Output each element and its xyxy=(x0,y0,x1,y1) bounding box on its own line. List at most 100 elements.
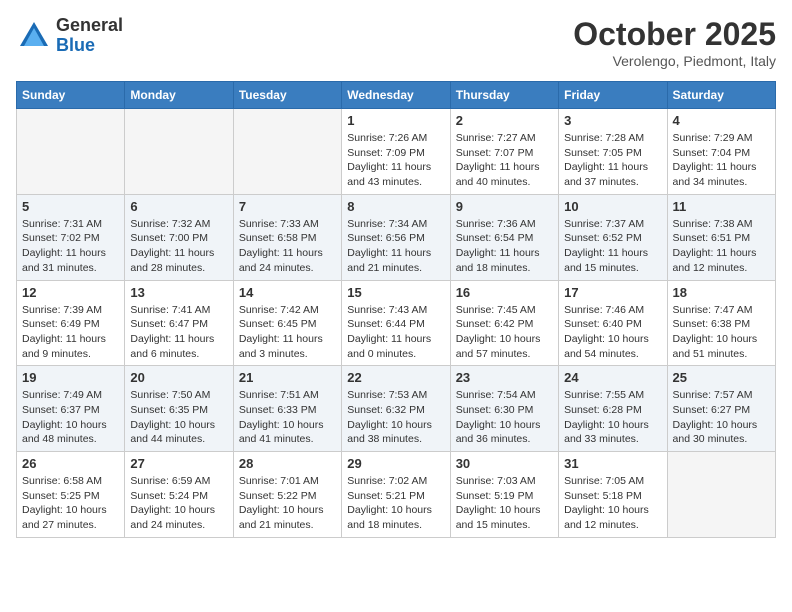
calendar-cell: 1 Sunrise: 7:26 AM Sunset: 7:09 PM Daylig… xyxy=(342,109,450,195)
calendar-cell: 12Sunrise: 7:39 AM Sunset: 6:49 PM Dayli… xyxy=(17,280,125,366)
weekday-header-row: SundayMondayTuesdayWednesdayThursdayFrid… xyxy=(17,82,776,109)
day-info: Sunrise: 7:02 AM Sunset: 5:21 PM Dayligh… xyxy=(347,474,444,533)
page-header: General Blue October 2025 Verolengo, Pie… xyxy=(16,16,776,69)
day-info: Sunrise: 7:42 AM Sunset: 6:45 PM Dayligh… xyxy=(239,303,336,362)
calendar-cell: 17 Sunrise: 7:46 AM Sunset: 6:40 PM Dayli… xyxy=(559,280,667,366)
calendar-cell xyxy=(667,452,775,538)
day-number: 1 xyxy=(347,113,444,128)
day-number: 24 xyxy=(564,370,661,385)
calendar-cell: 31 Sunrise: 7:05 AM Sunset: 5:18 PM Dayli… xyxy=(559,452,667,538)
day-number: 21 xyxy=(239,370,336,385)
day-number: 4 xyxy=(673,113,770,128)
day-info: Sunrise: 7:41 AM Sunset: 6:47 PM Dayligh… xyxy=(130,303,227,362)
calendar-week-row: 12Sunrise: 7:39 AM Sunset: 6:49 PM Dayli… xyxy=(17,280,776,366)
day-info: Sunrise: 7:32 AM Sunset: 7:00 PM Dayligh… xyxy=(130,217,227,276)
day-info: Sunrise: 7:28 AM Sunset: 7:05 PM Dayligh… xyxy=(564,131,661,190)
calendar-cell: 14 Sunrise: 7:42 AM Sunset: 6:45 PM Dayli… xyxy=(233,280,341,366)
calendar-cell: 29 Sunrise: 7:02 AM Sunset: 5:21 PM Dayli… xyxy=(342,452,450,538)
calendar-week-row: 5 Sunrise: 7:31 AM Sunset: 7:02 PM Daylig… xyxy=(17,194,776,280)
day-info: Sunrise: 7:29 AM Sunset: 7:04 PM Dayligh… xyxy=(673,131,770,190)
day-number: 7 xyxy=(239,199,336,214)
day-info: Sunrise: 7:45 AM Sunset: 6:42 PM Dayligh… xyxy=(456,303,553,362)
calendar-cell xyxy=(125,109,233,195)
calendar-cell: 6Sunrise: 7:32 AM Sunset: 7:00 PM Daylig… xyxy=(125,194,233,280)
day-number: 18 xyxy=(673,285,770,300)
logo: General Blue xyxy=(16,16,123,56)
calendar-cell: 19 Sunrise: 7:49 AM Sunset: 6:37 PM Dayli… xyxy=(17,366,125,452)
day-info: Sunrise: 7:05 AM Sunset: 5:18 PM Dayligh… xyxy=(564,474,661,533)
day-info: Sunrise: 7:27 AM Sunset: 7:07 PM Dayligh… xyxy=(456,131,553,190)
calendar-cell: 24 Sunrise: 7:55 AM Sunset: 6:28 PM Dayli… xyxy=(559,366,667,452)
calendar-cell: 4 Sunrise: 7:29 AM Sunset: 7:04 PM Daylig… xyxy=(667,109,775,195)
day-info: Sunrise: 7:50 AM Sunset: 6:35 PM Dayligh… xyxy=(130,388,227,447)
day-info: Sunrise: 7:38 AM Sunset: 6:51 PM Dayligh… xyxy=(673,217,770,276)
day-info: Sunrise: 7:33 AM Sunset: 6:58 PM Dayligh… xyxy=(239,217,336,276)
day-number: 31 xyxy=(564,456,661,471)
calendar-cell: 10Sunrise: 7:37 AM Sunset: 6:52 PM Dayli… xyxy=(559,194,667,280)
day-number: 3 xyxy=(564,113,661,128)
calendar-week-row: 1 Sunrise: 7:26 AM Sunset: 7:09 PM Daylig… xyxy=(17,109,776,195)
day-number: 2 xyxy=(456,113,553,128)
title-block: October 2025 Verolengo, Piedmont, Italy xyxy=(573,16,776,69)
calendar-cell: 22Sunrise: 7:53 AM Sunset: 6:32 PM Dayli… xyxy=(342,366,450,452)
calendar-cell: 8Sunrise: 7:34 AM Sunset: 6:56 PM Daylig… xyxy=(342,194,450,280)
calendar-cell: 16Sunrise: 7:45 AM Sunset: 6:42 PM Dayli… xyxy=(450,280,558,366)
weekday-header-friday: Friday xyxy=(559,82,667,109)
day-info: Sunrise: 7:01 AM Sunset: 5:22 PM Dayligh… xyxy=(239,474,336,533)
logo-general: General xyxy=(56,15,123,35)
day-number: 5 xyxy=(22,199,119,214)
day-info: Sunrise: 7:53 AM Sunset: 6:32 PM Dayligh… xyxy=(347,388,444,447)
day-info: Sunrise: 6:59 AM Sunset: 5:24 PM Dayligh… xyxy=(130,474,227,533)
calendar-cell xyxy=(17,109,125,195)
day-number: 8 xyxy=(347,199,444,214)
logo-icon xyxy=(16,18,52,54)
day-info: Sunrise: 7:43 AM Sunset: 6:44 PM Dayligh… xyxy=(347,303,444,362)
calendar-cell: 30Sunrise: 7:03 AM Sunset: 5:19 PM Dayli… xyxy=(450,452,558,538)
calendar-cell xyxy=(233,109,341,195)
calendar-cell: 9 Sunrise: 7:36 AM Sunset: 6:54 PM Daylig… xyxy=(450,194,558,280)
weekday-header-sunday: Sunday xyxy=(17,82,125,109)
day-info: Sunrise: 7:31 AM Sunset: 7:02 PM Dayligh… xyxy=(22,217,119,276)
day-number: 12 xyxy=(22,285,119,300)
location: Verolengo, Piedmont, Italy xyxy=(573,53,776,69)
day-number: 19 xyxy=(22,370,119,385)
day-number: 28 xyxy=(239,456,336,471)
day-number: 15 xyxy=(347,285,444,300)
weekday-header-thursday: Thursday xyxy=(450,82,558,109)
day-number: 17 xyxy=(564,285,661,300)
day-info: Sunrise: 7:49 AM Sunset: 6:37 PM Dayligh… xyxy=(22,388,119,447)
day-number: 20 xyxy=(130,370,227,385)
calendar-cell: 2 Sunrise: 7:27 AM Sunset: 7:07 PM Daylig… xyxy=(450,109,558,195)
day-info: Sunrise: 7:47 AM Sunset: 6:38 PM Dayligh… xyxy=(673,303,770,362)
day-info: Sunrise: 7:57 AM Sunset: 6:27 PM Dayligh… xyxy=(673,388,770,447)
calendar-cell: 26Sunrise: 6:58 AM Sunset: 5:25 PM Dayli… xyxy=(17,452,125,538)
day-info: Sunrise: 6:58 AM Sunset: 5:25 PM Dayligh… xyxy=(22,474,119,533)
day-number: 27 xyxy=(130,456,227,471)
day-number: 29 xyxy=(347,456,444,471)
calendar-table: SundayMondayTuesdayWednesdayThursdayFrid… xyxy=(16,81,776,538)
day-info: Sunrise: 7:51 AM Sunset: 6:33 PM Dayligh… xyxy=(239,388,336,447)
calendar-cell: 5 Sunrise: 7:31 AM Sunset: 7:02 PM Daylig… xyxy=(17,194,125,280)
day-info: Sunrise: 7:46 AM Sunset: 6:40 PM Dayligh… xyxy=(564,303,661,362)
day-number: 9 xyxy=(456,199,553,214)
day-info: Sunrise: 7:55 AM Sunset: 6:28 PM Dayligh… xyxy=(564,388,661,447)
calendar-cell: 3 Sunrise: 7:28 AM Sunset: 7:05 PM Daylig… xyxy=(559,109,667,195)
calendar-cell: 7 Sunrise: 7:33 AM Sunset: 6:58 PM Daylig… xyxy=(233,194,341,280)
weekday-header-monday: Monday xyxy=(125,82,233,109)
weekday-header-wednesday: Wednesday xyxy=(342,82,450,109)
day-info: Sunrise: 7:26 AM Sunset: 7:09 PM Dayligh… xyxy=(347,131,444,190)
calendar-week-row: 26Sunrise: 6:58 AM Sunset: 5:25 PM Dayli… xyxy=(17,452,776,538)
calendar-cell: 13 Sunrise: 7:41 AM Sunset: 6:47 PM Dayli… xyxy=(125,280,233,366)
calendar-cell: 21 Sunrise: 7:51 AM Sunset: 6:33 PM Dayli… xyxy=(233,366,341,452)
month-title: October 2025 xyxy=(573,16,776,53)
day-number: 30 xyxy=(456,456,553,471)
day-number: 25 xyxy=(673,370,770,385)
day-number: 14 xyxy=(239,285,336,300)
calendar-cell: 25 Sunrise: 7:57 AM Sunset: 6:27 PM Dayli… xyxy=(667,366,775,452)
day-info: Sunrise: 7:37 AM Sunset: 6:52 PM Dayligh… xyxy=(564,217,661,276)
logo-blue: Blue xyxy=(56,35,95,55)
day-number: 13 xyxy=(130,285,227,300)
day-info: Sunrise: 7:36 AM Sunset: 6:54 PM Dayligh… xyxy=(456,217,553,276)
calendar-cell: 28 Sunrise: 7:01 AM Sunset: 5:22 PM Dayli… xyxy=(233,452,341,538)
calendar-cell: 20 Sunrise: 7:50 AM Sunset: 6:35 PM Dayli… xyxy=(125,366,233,452)
